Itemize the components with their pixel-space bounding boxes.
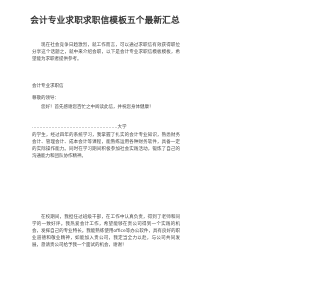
- intro-paragraph: 现在社会竞争日趋激烈，就工作而言，可以通过求职信有效获得职位分享这个话题之，就中…: [32, 43, 180, 62]
- greeting-line: 您好！首先感谢您百忙之中阅读此信，并祝您身体健康！: [41, 105, 154, 110]
- dotted-fill-line: …………………………………………………大学: [32, 125, 127, 130]
- document-title: 会计专业求职求职信模板五个最新汇总: [30, 16, 180, 26]
- body-paragraph-1: 的学生，经过四年的系统学习，我掌握了扎实的会计专业知识，熟悉财务会计、管理会计、…: [32, 133, 180, 159]
- letter-label: 会计专业求职信: [32, 84, 64, 89]
- salutation: 尊敬的领导：: [32, 96, 59, 101]
- document-page: 会计专业求职求职信模板五个最新汇总 现在社会竞争日趋激烈，就工作而言，可以通过求…: [0, 0, 210, 297]
- body-paragraph-2: 在校期间，我担任过班级干部，在工作中认真负责，得到了老师和同学的一致好评。我热爱…: [32, 215, 180, 248]
